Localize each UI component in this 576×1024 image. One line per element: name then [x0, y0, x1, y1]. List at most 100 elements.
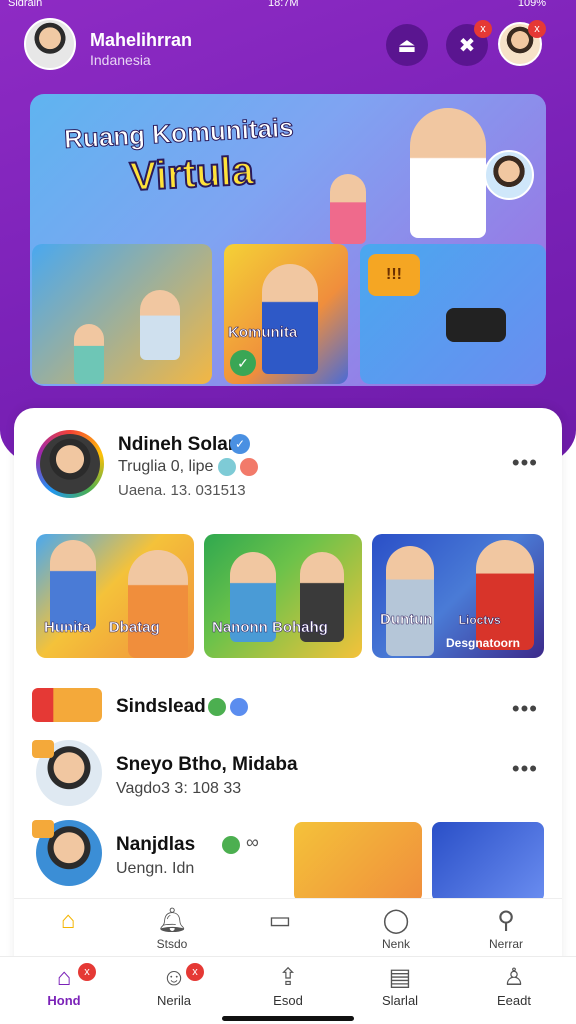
- list-item-title: Sneyo Btho, Midaba: [116, 754, 298, 775]
- list-item-subtitle: Uengn. Idn: [116, 860, 195, 877]
- upload-icon: ⏏: [397, 34, 417, 57]
- thumbnail-caption: Hunita Dbatag: [44, 619, 188, 637]
- media-thumbnail[interactable]: Hunita Dbatag: [36, 534, 194, 658]
- nav-label: Nerila: [157, 993, 191, 1008]
- group-thumbnail: [32, 688, 102, 722]
- illustration-boy: [140, 290, 180, 360]
- app-title: Mahelihrran: [90, 30, 193, 50]
- location-subtitle: Indanesia: [90, 52, 151, 68]
- close-icon: ✖: [458, 34, 476, 57]
- post-author-name[interactable]: Ndineh Solar: [118, 434, 235, 456]
- person-search-icon: ⚲: [497, 907, 515, 934]
- list-icon: ▤: [388, 964, 412, 991]
- more-options-icon[interactable]: •••: [512, 450, 538, 476]
- clock-label: 18:7M: [268, 0, 299, 9]
- post-meta-text: Truglia 0, lipe: [118, 458, 214, 476]
- list-item[interactable]: Sneyo Btho, Midaba Vagdo3 3: 108 33 •••: [32, 738, 544, 810]
- thumbnail-caption-right: Lioctvs: [458, 613, 501, 628]
- post-author-avatar[interactable]: [36, 430, 104, 498]
- profile-badge: x: [528, 20, 546, 38]
- nav-badge: x: [186, 963, 204, 981]
- nav-profile[interactable]: ♙ Eeadt: [474, 963, 554, 1008]
- category-icon: [32, 820, 54, 838]
- thumbnail-subcaption: Desgnatoorn: [446, 636, 521, 650]
- media-thumbnail[interactable]: [432, 822, 544, 902]
- camera-icon: [446, 308, 506, 342]
- banner-panel-label: Komunita: [228, 324, 298, 342]
- list-item-subtitle: Vagdo3 3: 108 33: [116, 780, 242, 797]
- nav-label: Hond: [47, 993, 81, 1008]
- list-item-title: Sindslead: [116, 696, 206, 717]
- upload-button[interactable]: ⏏: [386, 24, 428, 66]
- banner-panel-right: !!!: [360, 244, 546, 384]
- share-icon: ⇪: [277, 964, 299, 991]
- banner-panel-center: Komunita ✓: [224, 244, 348, 384]
- notification-button[interactable]: ✖ x: [446, 20, 492, 66]
- subnav-calendar[interactable]: ▭: [240, 905, 320, 937]
- subnav-notifications[interactable]: 🔔︎ Stsdo: [132, 905, 212, 951]
- emoji-icon: [240, 458, 259, 476]
- illustration-man: [410, 108, 486, 238]
- post-timestamp: Uaena. 13. 031513: [118, 482, 246, 499]
- bottom-nav: ⌂ Hond x ☺ Nerila x ⇪ Esod ▤ Slarlal ♙ E…: [0, 956, 576, 1024]
- nav-home[interactable]: ⌂ Hond x: [24, 963, 104, 1008]
- battery-label: 109%: [517, 0, 546, 9]
- profile-icon: ♙: [503, 964, 525, 991]
- nav-label: Eeadt: [497, 993, 531, 1008]
- nav-messages[interactable]: ☺ Nerila x: [134, 963, 214, 1008]
- nav-list[interactable]: ▤ Slarlal: [360, 963, 440, 1008]
- media-thumbnail[interactable]: Duntun Lioctvs Desgnatoorn: [372, 534, 544, 658]
- emoji-icon: [217, 458, 236, 476]
- nav-share[interactable]: ⇪ Esod: [248, 963, 328, 1008]
- list-item[interactable]: Nanjdlas ∞ Uengn. Idn: [32, 818, 544, 902]
- check-icon: ✓: [230, 350, 256, 376]
- app-header: Mahelihrran Indanesia ⏏ ✖ x x: [24, 18, 556, 74]
- thumbnail-caption: Nanonn Bohahg: [212, 619, 328, 637]
- verified-icon: ✓: [230, 434, 250, 454]
- nav-label: Esod: [273, 993, 303, 1008]
- post-meta: Truglia 0, lipe: [118, 458, 259, 476]
- thumbnail-caption-left: Hunita: [44, 619, 91, 637]
- more-options-icon[interactable]: •••: [512, 756, 538, 782]
- subnav-label: Stsdo: [156, 937, 188, 951]
- chat-icon: ◯: [382, 907, 410, 934]
- carrier-label: Sldrain: [8, 0, 43, 9]
- subnav-chat[interactable]: ◯ Nenk: [356, 905, 436, 951]
- community-banner[interactable]: Ruang Komunitais Virtula Komunita ✓ !!!: [30, 94, 546, 386]
- list-item-title: Nanjdlas: [116, 834, 196, 855]
- banner-panel-left: [32, 244, 212, 384]
- user-avatar[interactable]: [24, 18, 76, 70]
- media-thumbnail[interactable]: Nanonn Bohahg: [204, 534, 362, 658]
- banner-title: Ruang Komunitais: [63, 112, 295, 155]
- media-thumbnail[interactable]: [294, 822, 422, 902]
- category-icon: [32, 740, 54, 758]
- more-options-icon[interactable]: •••: [512, 696, 538, 722]
- illustration-child: [330, 174, 366, 244]
- emoji-icon: [208, 698, 226, 716]
- illustration-avatar: [484, 150, 534, 200]
- secondary-nav: ⌂ 🔔︎ Stsdo ▭ ◯ Nenk ⚲ Nerrar: [14, 898, 562, 956]
- subnav-home[interactable]: ⌂: [28, 905, 108, 937]
- thumbnail-caption-right: Dbatag: [108, 619, 160, 637]
- emoji-icon: [222, 836, 240, 854]
- illustration-teen: [262, 264, 318, 374]
- emoji-icon: [230, 698, 248, 716]
- link-icon: ∞: [246, 832, 259, 852]
- thumbnail-caption-left: Duntun: [380, 611, 433, 629]
- subnav-label: Nenk: [381, 937, 410, 951]
- list-item[interactable]: Sindslead •••: [32, 678, 544, 730]
- calendar-icon: ▭: [268, 907, 292, 934]
- subnav-people[interactable]: ⚲ Nerrar: [466, 905, 546, 951]
- profile-avatar[interactable]: x: [498, 20, 546, 66]
- banner-title-highlight: Virtula: [128, 148, 256, 200]
- status-bar: Sldrain 18:7M 109%: [0, 0, 576, 12]
- notification-badge: x: [474, 20, 492, 38]
- music-box-icon: !!!: [368, 254, 420, 296]
- nav-badge: x: [78, 963, 96, 981]
- home-icon: ⌂: [60, 907, 76, 934]
- thumbnail-caption: Duntun Lioctvs: [380, 611, 538, 629]
- home-indicator[interactable]: [222, 1016, 354, 1021]
- subnav-label: Nerrar: [488, 937, 523, 951]
- bell-icon: 🔔︎: [156, 907, 188, 934]
- illustration-kid: [74, 324, 104, 384]
